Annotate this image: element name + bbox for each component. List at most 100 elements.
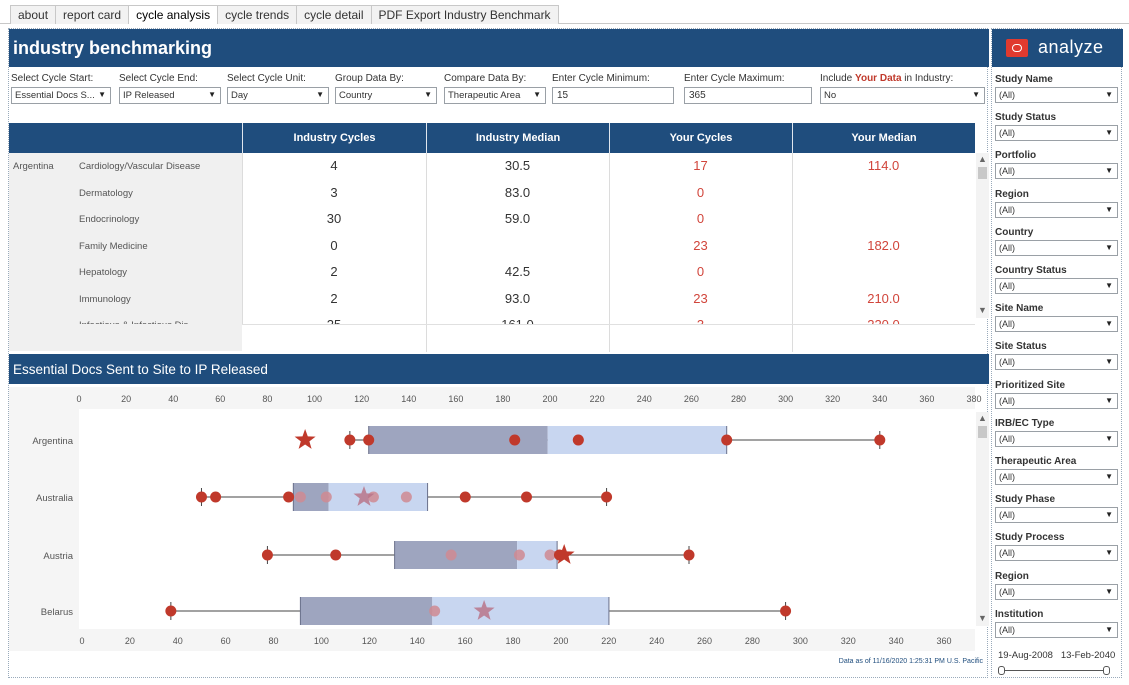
x-tick-label-bottom: 100 bbox=[314, 636, 329, 646]
chevron-down-icon: ▼ bbox=[1105, 586, 1113, 596]
sidebar-filter-dropdown[interactable]: (All) ▼ bbox=[995, 621, 1118, 638]
sidebar: analyze Study Name (All) ▼ Study Status (All… bbox=[991, 28, 1123, 678]
data-point bbox=[459, 491, 471, 503]
data-point bbox=[572, 434, 584, 446]
sidebar-filter-label: Therapeutic Area bbox=[995, 456, 1077, 467]
x-tick-label-top: 300 bbox=[778, 394, 793, 404]
sidebar-filter-dropdown[interactable]: (All) ▼ bbox=[995, 316, 1118, 333]
sidebar-filter-dropdown[interactable]: (All) ▼ bbox=[995, 354, 1118, 371]
chevron-down-icon: ▼ bbox=[1105, 472, 1113, 481]
sidebar-filter-dropdown[interactable]: (All) ▼ bbox=[995, 469, 1118, 485]
cycle-unit-label: Select Cycle Unit: bbox=[227, 73, 306, 84]
chevron-down-icon: ▼ bbox=[1105, 395, 1113, 405]
cycle-max-input[interactable]: 365 bbox=[684, 87, 812, 104]
x-tick-label-top: 360 bbox=[919, 394, 934, 404]
cycle-start-dropdown[interactable]: Essential Docs S... ▼ bbox=[11, 87, 111, 104]
scroll-down-icon[interactable]: ▼ bbox=[978, 613, 987, 623]
table-row: Immunology 2 93.0 23 210.0 bbox=[9, 286, 975, 313]
slider-handle-start[interactable] bbox=[998, 666, 1005, 675]
tab-pdf-export[interactable]: PDF Export Industry Benchmark bbox=[370, 5, 559, 24]
include-data-value: No bbox=[824, 90, 837, 101]
date-range-slider[interactable] bbox=[998, 666, 1110, 675]
sidebar-filter-dropdown[interactable]: (All) ▼ bbox=[995, 201, 1118, 218]
cycle-start-label: Select Cycle Start: bbox=[11, 73, 94, 84]
tab-about[interactable]: about bbox=[10, 5, 57, 24]
sidebar-filter-value: (All) bbox=[999, 472, 1015, 482]
data-point-light bbox=[429, 605, 441, 617]
column-divider bbox=[609, 325, 610, 352]
logo-ring bbox=[1012, 44, 1022, 52]
col-your-median: Your Median bbox=[792, 123, 975, 153]
page-title: industry benchmarking bbox=[13, 38, 213, 58]
x-tick-label-bottom: 360 bbox=[936, 636, 951, 646]
include-data-dropdown[interactable]: No ▼ bbox=[820, 87, 985, 104]
cycle-unit-dropdown[interactable]: Day ▼ bbox=[227, 87, 329, 104]
tab-cycle-detail[interactable]: cycle detail bbox=[296, 5, 372, 24]
scroll-thumb[interactable] bbox=[978, 167, 987, 179]
chevron-down-icon: ▼ bbox=[1105, 128, 1113, 138]
x-tick-label-top: 140 bbox=[401, 394, 416, 404]
x-tick-label-top: 120 bbox=[354, 394, 369, 404]
sidebar-filter-dropdown[interactable]: (All) ▼ bbox=[995, 583, 1118, 600]
group-by-dropdown[interactable]: Country ▼ bbox=[335, 87, 437, 104]
sidebar-filter-label: Site Name bbox=[995, 303, 1044, 315]
sidebar-filter-dropdown[interactable]: (All) ▼ bbox=[995, 545, 1118, 562]
cycle-min-input[interactable]: 15 bbox=[552, 87, 674, 104]
tab-cycle-analysis[interactable]: cycle analysis bbox=[128, 5, 219, 24]
x-tick-label-bottom: 320 bbox=[841, 636, 856, 646]
scroll-up-icon[interactable]: ▲ bbox=[978, 413, 987, 423]
industry-cycles-cell: 2 bbox=[330, 290, 338, 306]
industry-cycles-cell: 3 bbox=[330, 184, 338, 200]
row-area-label: Endocrinology bbox=[79, 214, 140, 225]
sidebar-filter-value: (All) bbox=[999, 586, 1015, 597]
cycle-end-dropdown[interactable]: IP Released ▼ bbox=[119, 87, 221, 104]
chevron-down-icon: ▼ bbox=[1105, 90, 1113, 99]
category-label: Australia bbox=[36, 493, 74, 504]
filter-bar: Select Cycle Start: Essential Docs S... … bbox=[9, 73, 989, 113]
tab-cycle-trends[interactable]: cycle trends bbox=[217, 5, 298, 24]
sidebar-filter-region: Region (All) ▼ bbox=[995, 571, 1118, 600]
sidebar-filter-dropdown[interactable]: (All) ▼ bbox=[995, 430, 1118, 447]
sidebar-filter-dropdown[interactable]: (All) ▼ bbox=[995, 239, 1118, 256]
sidebar-filter-dropdown[interactable]: (All) ▼ bbox=[995, 507, 1118, 524]
table-scrollbar[interactable]: ▲ ▼ bbox=[976, 153, 989, 318]
table-row: Argentina Cardiology/Vascular Disease 4 … bbox=[9, 153, 975, 180]
data-point bbox=[283, 491, 295, 503]
sidebar-filter-dropdown[interactable]: (All) ▼ bbox=[995, 163, 1118, 180]
tab-report-card[interactable]: report card bbox=[55, 5, 130, 24]
x-tick-label-top: 20 bbox=[121, 394, 131, 404]
sidebar-filter-dropdown[interactable]: (All) ▼ bbox=[995, 278, 1118, 294]
slider-handle-end[interactable] bbox=[1103, 666, 1110, 675]
chevron-down-icon: ▼ bbox=[316, 90, 324, 99]
data-point bbox=[363, 434, 375, 446]
chevron-down-icon: ▼ bbox=[1105, 548, 1113, 558]
sidebar-filter-value: (All) bbox=[999, 357, 1015, 368]
industry-median-cell: 30.5 bbox=[504, 158, 531, 173]
sidebar-filter-label: Study Phase bbox=[995, 494, 1056, 506]
industry-median-cell: 42.5 bbox=[504, 264, 531, 279]
compare-by-label: Compare Data By: bbox=[444, 73, 527, 84]
scroll-thumb[interactable] bbox=[978, 426, 987, 438]
chevron-down-icon: ▼ bbox=[1105, 204, 1113, 214]
compare-by-dropdown[interactable]: Therapeutic Area ▼ bbox=[444, 87, 546, 104]
x-tick-label-top: 160 bbox=[448, 394, 463, 404]
row-area-label: Family Medicine bbox=[79, 240, 148, 252]
sidebar-filter-study-name: Study Name (All) ▼ bbox=[995, 74, 1118, 103]
x-tick-label-bottom: 340 bbox=[889, 636, 904, 646]
data-point bbox=[874, 434, 886, 446]
x-tick-label-top: 260 bbox=[684, 394, 699, 404]
scroll-up-icon[interactable]: ▲ bbox=[978, 154, 987, 164]
sidebar-filter-dropdown[interactable]: (All) ▼ bbox=[995, 87, 1118, 103]
x-tick-label-bottom: 40 bbox=[173, 636, 183, 646]
cycle-unit-filter: Select Cycle Unit: Day ▼ bbox=[227, 73, 329, 104]
industry-median-cell: 93.0 bbox=[504, 290, 531, 306]
data-point bbox=[521, 491, 532, 503]
x-tick-label-top: 320 bbox=[825, 394, 840, 404]
chart-scrollbar[interactable]: ▲ ▼ bbox=[976, 412, 989, 626]
scroll-down-icon[interactable]: ▼ bbox=[978, 305, 987, 315]
data-point-light bbox=[445, 549, 457, 561]
sidebar-filter-dropdown[interactable]: (All) ▼ bbox=[995, 392, 1118, 409]
sidebar-filter-dropdown[interactable]: (All) ▼ bbox=[995, 125, 1118, 142]
brand-band: analyze bbox=[992, 29, 1123, 67]
industry-cycles-cell: 0 bbox=[330, 237, 338, 253]
